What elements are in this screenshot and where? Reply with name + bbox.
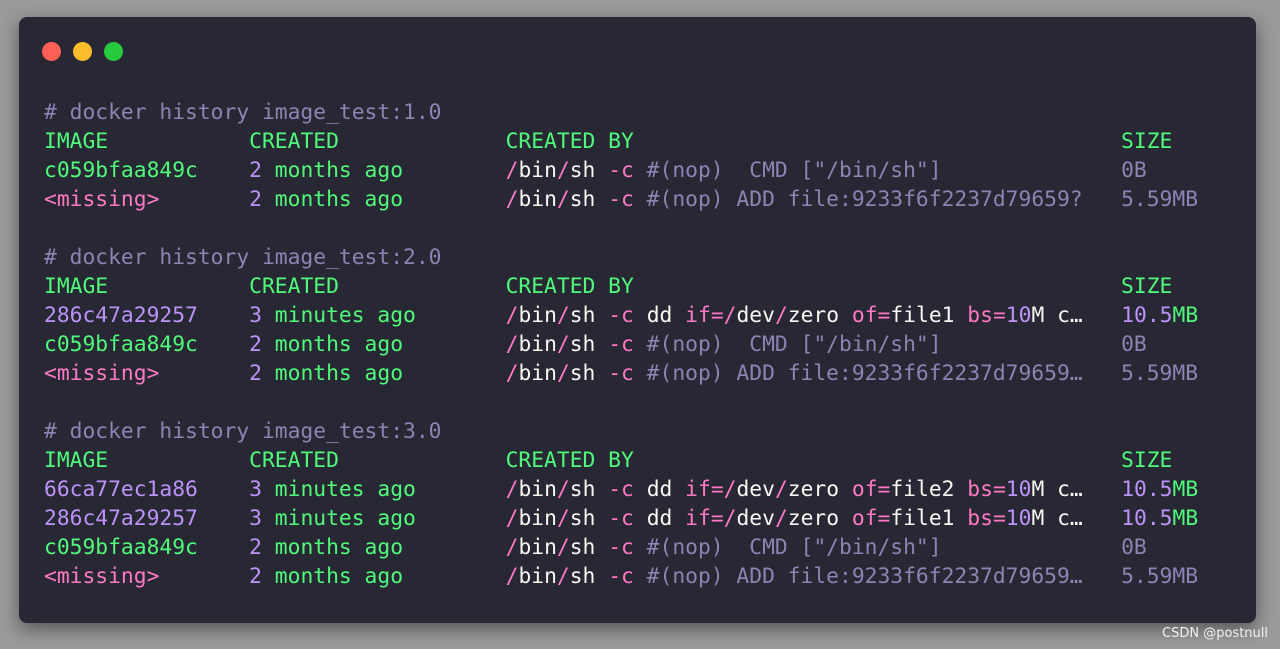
header-created: CREATED xyxy=(249,448,506,473)
size-unit: MB xyxy=(1172,303,1199,328)
size-value: 5.59MB xyxy=(1121,361,1199,386)
image-id: c059bfaa849c xyxy=(44,332,250,357)
image-id: <missing> xyxy=(44,187,250,212)
command-line: # docker history image_test:1.0 xyxy=(44,100,442,125)
created-by: /bin/sh -c #(nop) ADD file:9233f6f2237d7… xyxy=(505,564,1083,589)
header-size: SIZE xyxy=(1121,129,1173,154)
size-cell: 0B xyxy=(1121,535,1147,560)
size-value: 5.59MB xyxy=(1121,564,1199,589)
created-by: /bin/sh -c #(nop) ADD file:9233f6f2237d7… xyxy=(505,361,1083,386)
created-by: /bin/sh -c dd if=/dev/zero of=file1 bs=1… xyxy=(505,303,1083,328)
size-number: 10.5 xyxy=(1121,477,1173,502)
created-by: /bin/sh -c #(nop) CMD ["/bin/sh"] xyxy=(505,535,942,560)
size-value: 0B xyxy=(1121,158,1147,183)
table-row: c059bfaa849c 2 months ago /bin/sh -c #(n… xyxy=(44,330,1198,359)
size-cell: 0B xyxy=(1121,158,1147,183)
watermark: CSDN @postnull xyxy=(1162,626,1268,641)
size-number: 10.5 xyxy=(1121,303,1173,328)
table-row: 286c47a29257 3 minutes ago /bin/sh -c dd… xyxy=(44,504,1198,533)
size-number: 10.5 xyxy=(1121,506,1173,531)
created-time: 2 months ago xyxy=(249,187,404,212)
close-button[interactable] xyxy=(42,42,61,61)
table-row: <missing> 2 months ago /bin/sh -c #(nop)… xyxy=(44,562,1198,591)
maximize-button[interactable] xyxy=(104,42,123,61)
minimize-button[interactable] xyxy=(73,42,92,61)
created-time: 3 minutes ago xyxy=(249,506,416,531)
header-created-by: CREATED BY xyxy=(505,129,1122,154)
size-cell: 10.5MB xyxy=(1121,506,1198,531)
image-id: 286c47a29257 xyxy=(44,303,250,328)
header-image: IMAGE xyxy=(44,129,250,154)
command-line: # docker history image_test:2.0 xyxy=(44,245,442,270)
created-by: /bin/sh -c #(nop) ADD file:9233f6f2237d7… xyxy=(505,187,1083,212)
created-by: /bin/sh -c dd if=/dev/zero of=file2 bs=1… xyxy=(505,477,1083,502)
header-created-by: CREATED BY xyxy=(505,448,1122,473)
image-id: c059bfaa849c xyxy=(44,535,250,560)
image-id: c059bfaa849c xyxy=(44,158,250,183)
size-cell: 5.59MB xyxy=(1121,564,1198,589)
created-by: /bin/sh -c #(nop) CMD ["/bin/sh"] xyxy=(505,332,942,357)
size-value: 0B xyxy=(1121,535,1147,560)
image-id: 286c47a29257 xyxy=(44,506,250,531)
size-cell: 0B xyxy=(1121,332,1147,357)
created-time: 2 months ago xyxy=(249,332,404,357)
image-id: <missing> xyxy=(44,361,250,386)
size-unit: MB xyxy=(1172,506,1199,531)
header-size: SIZE xyxy=(1121,448,1173,473)
table-header: IMAGE CREATED CREATED BY SIZE xyxy=(44,127,1198,156)
table-row: c059bfaa849c 2 months ago /bin/sh -c #(n… xyxy=(44,533,1198,562)
table-header: IMAGE CREATED CREATED BY SIZE xyxy=(44,446,1198,475)
terminal-window: # docker history image_test:1.0 IMAGE CRE… xyxy=(19,17,1256,623)
size-value: 5.59MB xyxy=(1121,187,1199,212)
terminal-output: # docker history image_test:1.0 IMAGE CRE… xyxy=(44,98,1198,591)
created-time: 2 months ago xyxy=(249,361,404,386)
size-cell: 5.59MB xyxy=(1121,187,1198,212)
header-image: IMAGE xyxy=(44,274,250,299)
table-row: c059bfaa849c 2 months ago /bin/sh -c #(n… xyxy=(44,156,1198,185)
size-cell: 5.59MB xyxy=(1121,361,1198,386)
size-cell: 10.5MB xyxy=(1121,303,1198,328)
size-unit: MB xyxy=(1172,477,1199,502)
table-row: 66ca77ec1a86 3 minutes ago /bin/sh -c dd… xyxy=(44,475,1198,504)
header-image: IMAGE xyxy=(44,448,250,473)
created-by: /bin/sh -c dd if=/dev/zero of=file1 bs=1… xyxy=(505,506,1083,531)
window-controls xyxy=(42,42,123,61)
image-id: <missing> xyxy=(44,564,250,589)
command-line: # docker history image_test:3.0 xyxy=(44,419,442,444)
table-row: 286c47a29257 3 minutes ago /bin/sh -c dd… xyxy=(44,301,1198,330)
header-created: CREATED xyxy=(249,129,506,154)
created-by: /bin/sh -c #(nop) CMD ["/bin/sh"] xyxy=(505,158,942,183)
header-size: SIZE xyxy=(1121,274,1173,299)
created-time: 2 months ago xyxy=(249,158,404,183)
table-header: IMAGE CREATED CREATED BY SIZE xyxy=(44,272,1198,301)
header-created-by: CREATED BY xyxy=(505,274,1122,299)
table-row: <missing> 2 months ago /bin/sh -c #(nop)… xyxy=(44,359,1198,388)
created-time: 3 minutes ago xyxy=(249,477,416,502)
created-time: 2 months ago xyxy=(249,535,404,560)
created-time: 3 minutes ago xyxy=(249,303,416,328)
image-id: 66ca77ec1a86 xyxy=(44,477,250,502)
header-created: CREATED xyxy=(249,274,506,299)
size-value: 0B xyxy=(1121,332,1147,357)
created-time: 2 months ago xyxy=(249,564,404,589)
table-row: <missing> 2 months ago /bin/sh -c #(nop)… xyxy=(44,185,1198,214)
size-cell: 10.5MB xyxy=(1121,477,1198,502)
